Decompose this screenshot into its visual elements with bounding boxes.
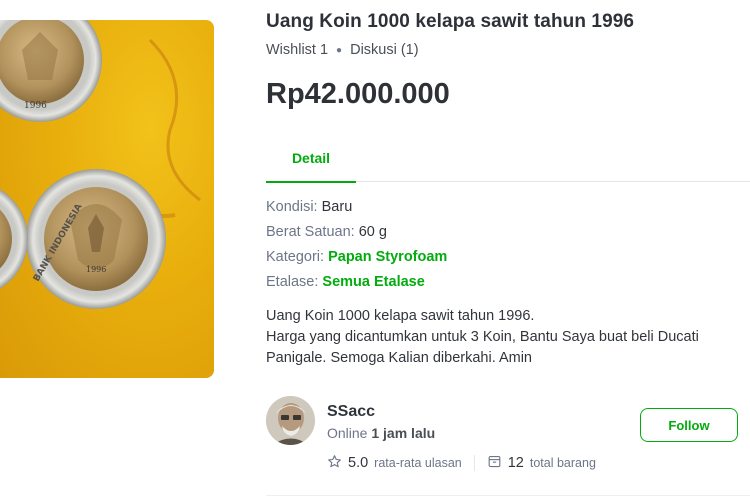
- shop-card: SSacc Online 1 jam lalu Follow 5.0 rata-…: [266, 396, 750, 476]
- shop-stats: 5.0 rata-rata ulasan 12 total barang: [327, 454, 596, 472]
- follow-button[interactable]: Follow: [640, 408, 738, 442]
- spec-weight-value: 60 g: [358, 224, 387, 240]
- detail-tabs: Detail: [266, 138, 750, 183]
- product-title: Uang Koin 1000 kelapa sawit tahun 1996: [266, 11, 635, 32]
- discussion-link[interactable]: Diskusi (1): [350, 42, 418, 58]
- description-line: Panigale. Semoga Kalian diberkahi. Amin: [266, 350, 532, 366]
- shop-rating: 5.0 rata-rata ulasan: [327, 454, 462, 472]
- spec-showcase: Etalase: Semua Etalase: [266, 274, 425, 290]
- spec-condition-label: Kondisi:: [266, 199, 322, 215]
- star-icon: [327, 454, 342, 472]
- product-info-panel: Uang Koin 1000 kelapa sawit tahun 1996 W…: [266, 0, 750, 500]
- online-prefix: Online: [327, 425, 372, 441]
- category-link[interactable]: Papan Styrofoam: [328, 249, 447, 265]
- items-label: total barang: [529, 456, 596, 470]
- spec-showcase-label: Etalase:: [266, 274, 323, 290]
- description-line: Uang Koin 1000 kelapa sawit tahun 1996.: [266, 308, 535, 324]
- shop-online-status: Online 1 jam lalu: [327, 425, 435, 441]
- shop-items: 12 total barang: [487, 454, 596, 472]
- coin-year-top: 1996: [24, 101, 47, 111]
- shop-name[interactable]: SSacc: [327, 403, 375, 421]
- spec-weight: Berat Satuan: 60 g: [266, 224, 387, 240]
- coin-year-main: 1996: [86, 265, 106, 274]
- spec-category-label: Kategori:: [266, 249, 329, 265]
- stats-divider: [473, 455, 475, 471]
- spec-weight-label: Berat Satuan:: [266, 224, 359, 240]
- coin-left: [0, 189, 28, 289]
- rating-label: rata-rata ulasan: [374, 456, 462, 470]
- coin-top: 1996: [0, 20, 102, 122]
- coin-main: 1996 BANK INDONESIA: [26, 169, 166, 309]
- rating-value: 5.0: [348, 455, 369, 471]
- description-line: Harga yang dicantumkan untuk 3 Koin, Ban…: [266, 329, 699, 345]
- online-time: 1 jam lalu: [371, 425, 436, 441]
- box-icon: [487, 454, 502, 472]
- product-photo[interactable]: 1996 1996 BANK INDONESIA: [0, 20, 214, 378]
- spec-condition: Kondisi: Baru: [266, 199, 352, 215]
- product-meta: Wishlist 1 ● Diskusi (1): [266, 42, 419, 58]
- tab-detail[interactable]: Detail: [266, 138, 356, 183]
- showcase-link[interactable]: Semua Etalase: [322, 274, 424, 290]
- spec-condition-value: Baru: [321, 199, 353, 215]
- shop-avatar[interactable]: [266, 396, 315, 445]
- meta-separator-dot: ●: [336, 44, 343, 56]
- product-description: Uang Koin 1000 kelapa sawit tahun 1996. …: [266, 306, 750, 369]
- items-count: 12: [507, 455, 524, 471]
- wishlist-count[interactable]: Wishlist 1: [266, 42, 328, 58]
- section-divider: [266, 495, 750, 496]
- spec-category: Kategori: Papan Styrofoam: [266, 249, 447, 265]
- product-price: Rp42.000.000: [266, 78, 450, 110]
